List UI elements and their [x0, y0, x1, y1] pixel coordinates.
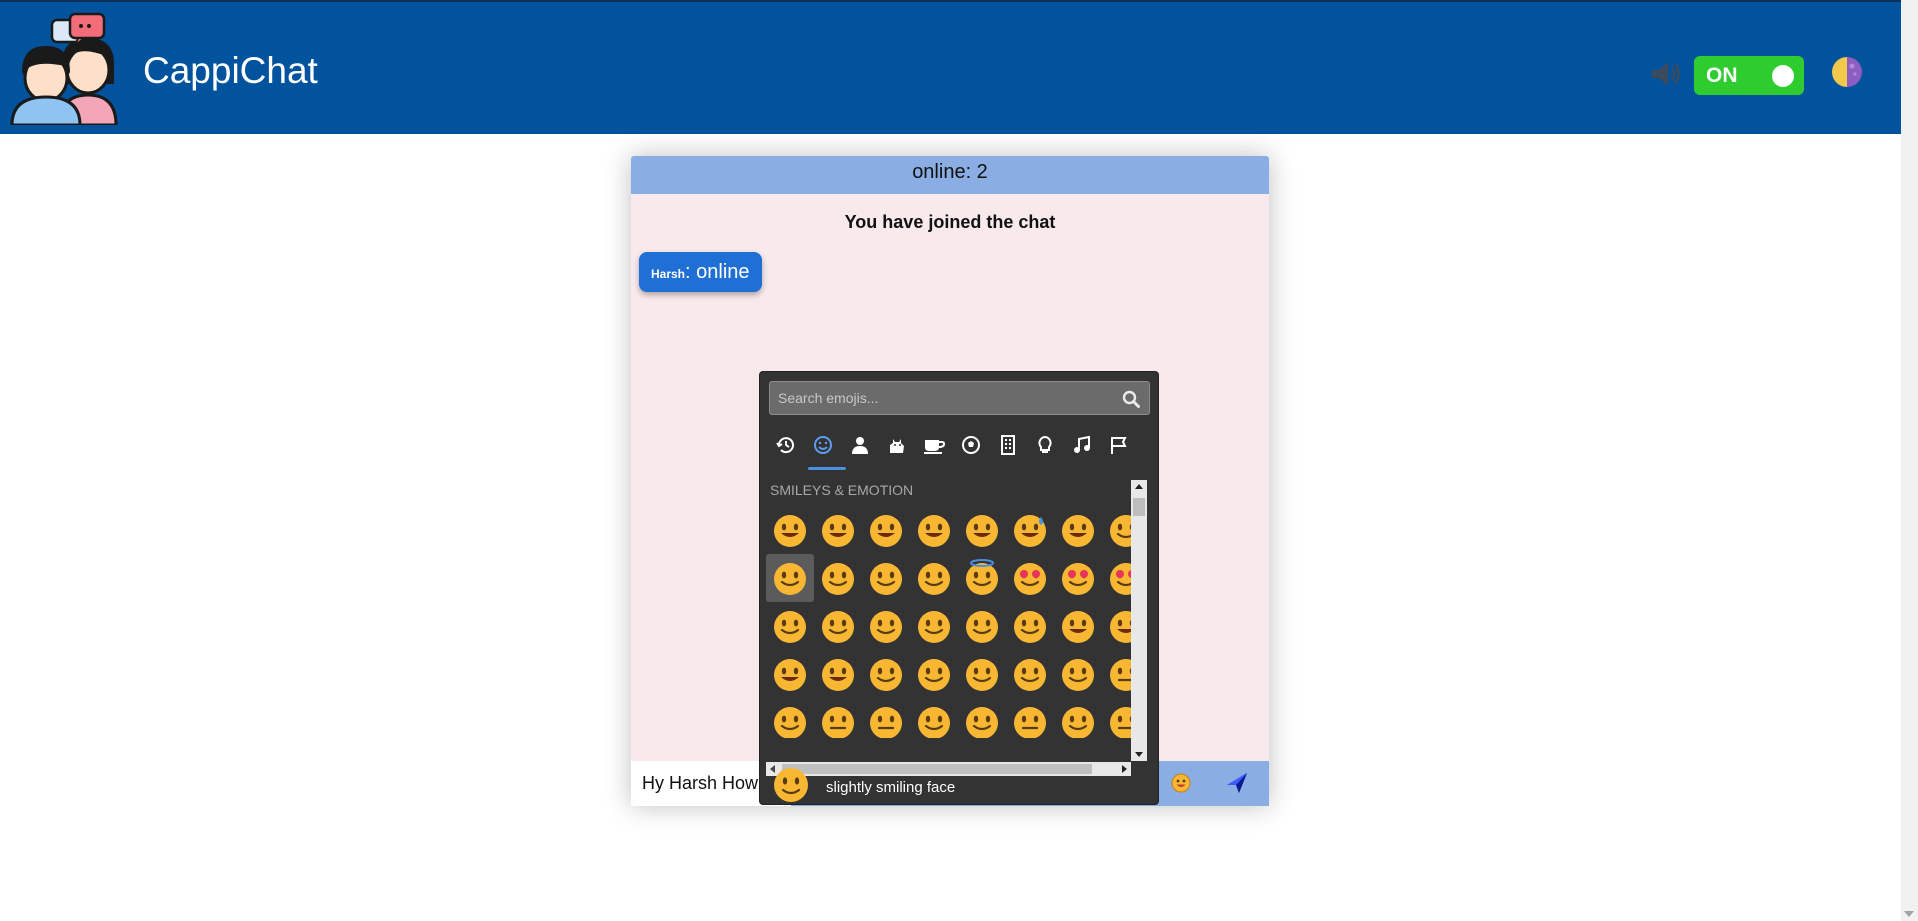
face-rolling-eyes-icon[interactable]	[1054, 698, 1102, 738]
hscroll-thumb[interactable]	[782, 764, 1092, 774]
food-icon[interactable]	[917, 428, 951, 462]
smirking-face-icon[interactable]	[958, 698, 1006, 738]
smiling-face-halo-icon[interactable]	[958, 554, 1006, 602]
joined-notice: You have joined the chat	[844, 212, 1056, 232]
emoji-search-input[interactable]	[770, 382, 1110, 414]
neutral-face-icon[interactable]	[814, 698, 862, 738]
people-icon[interactable]	[843, 428, 877, 462]
message-text: online	[696, 260, 750, 283]
emoji-grid	[766, 506, 1138, 738]
grinning-face-smiling-eyes-icon[interactable]	[862, 506, 910, 554]
page-scrollbar[interactable]	[1901, 0, 1918, 921]
toggle-knob	[1772, 65, 1794, 87]
emoji-row	[766, 506, 1138, 554]
grinning-face-sweat-icon[interactable]	[1006, 506, 1054, 554]
animals-icon[interactable]	[880, 428, 914, 462]
theme-toggle-icon[interactable]	[1831, 56, 1863, 88]
emoji-category-bar	[769, 428, 1150, 462]
flags-icon[interactable]	[1102, 428, 1136, 462]
upside-down-face-icon[interactable]	[814, 554, 862, 602]
recent-icon[interactable]	[769, 428, 803, 462]
smiling-face-icon[interactable]	[862, 602, 910, 650]
send-icon[interactable]	[1225, 771, 1249, 795]
grinning-face-icon[interactable]	[766, 506, 814, 554]
face-savoring-food-icon[interactable]	[1006, 602, 1054, 650]
objects-icon[interactable]	[1028, 428, 1062, 462]
app-header: CappiChat ON	[0, 2, 1901, 134]
money-mouth-face-icon[interactable]	[862, 650, 910, 698]
scroll-up-arrow[interactable]	[1135, 484, 1143, 489]
scroll-thumb[interactable]	[1133, 498, 1145, 516]
grinning-face-big-eyes-icon[interactable]	[814, 506, 862, 554]
slightly-smiling-face-icon	[774, 768, 808, 802]
symbols-icon[interactable]	[1065, 428, 1099, 462]
speaker-icon[interactable]	[1650, 60, 1682, 88]
face-raised-eyebrow-icon[interactable]	[766, 698, 814, 738]
scroll-right-arrow[interactable]	[1122, 765, 1127, 773]
smiling-face-smiling-eyes-icon[interactable]	[910, 554, 958, 602]
emoji-row	[766, 698, 1138, 738]
toggle-label: ON	[1706, 64, 1738, 87]
chat-logo-icon	[10, 12, 118, 125]
emoji-search	[769, 381, 1150, 415]
hugging-face-icon[interactable]	[910, 650, 958, 698]
message-separator: :	[685, 260, 697, 283]
smiling-face-heart-eyes-icon[interactable]	[1054, 554, 1102, 602]
shushing-face-icon[interactable]	[1006, 650, 1054, 698]
rolling-on-floor-laughing-icon[interactable]	[1054, 506, 1102, 554]
app-title: CappiChat	[143, 50, 318, 91]
face-without-mouth-icon[interactable]	[910, 698, 958, 738]
zany-face-icon[interactable]	[766, 650, 814, 698]
active-category-indicator	[808, 467, 846, 470]
chat-header: online: 2	[631, 156, 1269, 194]
unamused-face-icon[interactable]	[1006, 698, 1054, 738]
scroll-down-arrow[interactable]	[1135, 752, 1143, 757]
face-blowing-kiss-icon[interactable]	[766, 602, 814, 650]
emoji-preview-name: slightly smiling face	[826, 779, 956, 796]
squinting-face-tongue-icon[interactable]	[814, 650, 862, 698]
thinking-face-icon[interactable]	[1054, 650, 1102, 698]
search-icon	[1122, 390, 1140, 408]
travel-icon[interactable]	[991, 428, 1025, 462]
emoji-row	[766, 602, 1138, 650]
expressionless-face-icon[interactable]	[862, 698, 910, 738]
face-hand-over-mouth-icon[interactable]	[958, 650, 1006, 698]
emoji-section-title: SMILEYS & EMOTION	[770, 482, 914, 498]
kissing-face-smiling-eyes-icon[interactable]	[958, 602, 1006, 650]
message-sender: Harsh	[651, 267, 686, 281]
sound-toggle[interactable]: ON	[1694, 56, 1804, 95]
emoji-vertical-scrollbar[interactable]	[1131, 480, 1147, 761]
winking-face-icon[interactable]	[862, 554, 910, 602]
slightly-smiling-face-icon[interactable]	[766, 554, 814, 602]
message-bubble: Harsh : online	[639, 252, 762, 292]
activity-icon[interactable]	[954, 428, 988, 462]
smiling-face-hearts-icon[interactable]	[1006, 554, 1054, 602]
smileys-icon[interactable]	[806, 428, 840, 462]
emoji-row	[766, 650, 1138, 698]
emoji-picker: SMILEYS & EMOTION slightly smiling face	[759, 371, 1159, 805]
kissing-face-icon[interactable]	[814, 602, 862, 650]
page-scroll-down-arrow[interactable]	[1904, 911, 1914, 917]
emoji-row	[766, 554, 1138, 602]
emoji-button-icon[interactable]	[1171, 773, 1191, 793]
online-count: online: 2	[912, 161, 988, 183]
beaming-face-icon[interactable]	[910, 506, 958, 554]
kissing-face-closed-eyes-icon[interactable]	[910, 602, 958, 650]
face-with-tongue-icon[interactable]	[1054, 602, 1102, 650]
grinning-squinting-face-icon[interactable]	[958, 506, 1006, 554]
emoji-horizontal-scrollbar[interactable]	[766, 762, 1131, 776]
